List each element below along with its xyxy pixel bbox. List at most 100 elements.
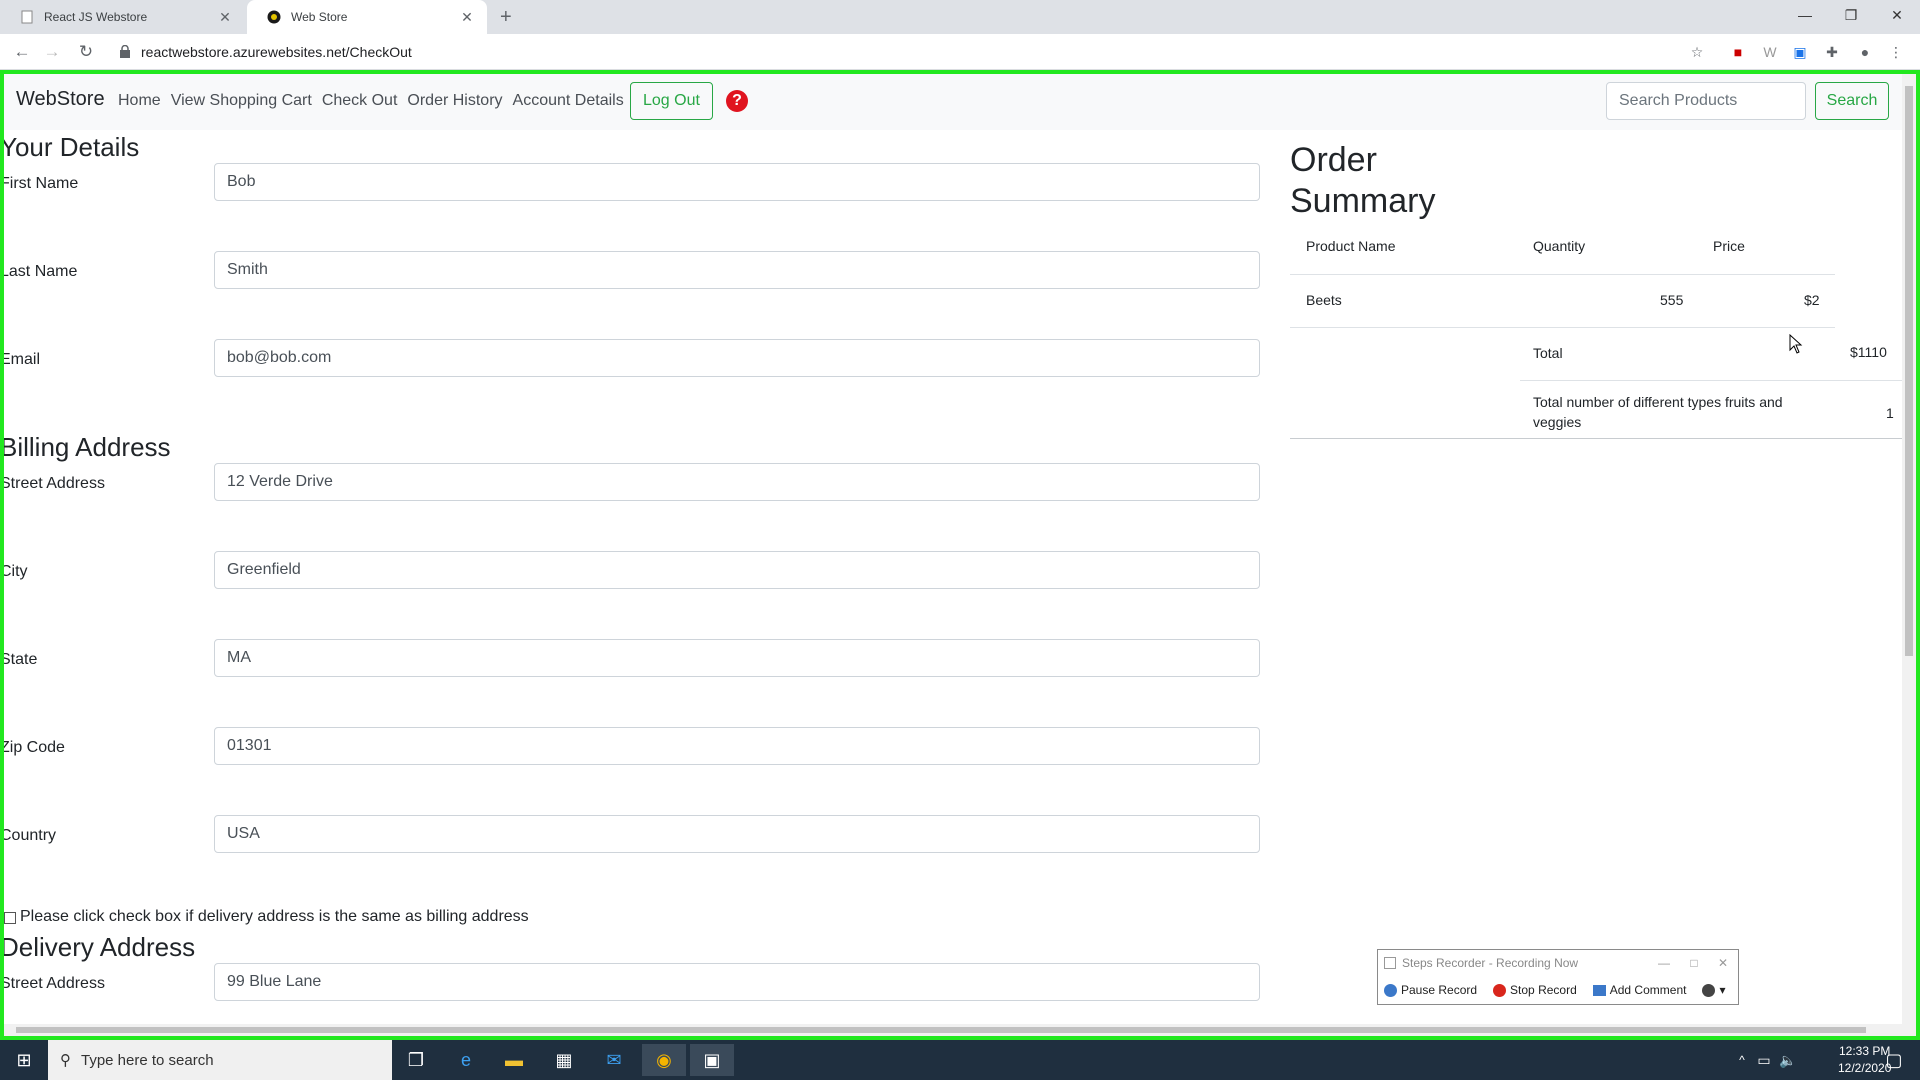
header-quantity: Quantity — [1533, 238, 1586, 254]
vertical-scrollbar[interactable] — [1902, 74, 1916, 1036]
nav-link-account-details[interactable]: Account Details — [513, 92, 624, 110]
extensions-puzzle-icon[interactable]: ✚ — [1822, 42, 1842, 62]
email-field[interactable]: bob@bob.com — [214, 339, 1260, 377]
billing-state-label: State — [0, 651, 38, 668]
scrollbar-thumb[interactable] — [1905, 86, 1913, 656]
billing-street-label: Street Address — [0, 475, 105, 492]
nav-link-order-history[interactable]: Order History — [407, 92, 502, 110]
help-icon — [1702, 983, 1716, 997]
extension-w-icon[interactable]: W — [1760, 42, 1780, 62]
browser-menu-icon[interactable]: ⋮ — [1886, 42, 1906, 62]
page-icon — [21, 10, 33, 24]
tab-title: Web Store — [291, 10, 348, 24]
divider — [1290, 274, 1835, 275]
brand-logo[interactable]: WebStore — [16, 88, 105, 111]
minimize-icon[interactable]: — — [1782, 0, 1828, 30]
volume-icon[interactable]: 🔈 — [1776, 1044, 1800, 1076]
search-icon: ⚲ — [60, 1052, 71, 1069]
close-tab-icon[interactable]: ✕ — [217, 9, 233, 26]
show-hidden-icons-icon[interactable]: ^ — [1730, 1044, 1754, 1076]
task-view-icon[interactable]: ❐ — [394, 1044, 438, 1076]
back-icon[interactable]: ← — [10, 40, 34, 64]
file-explorer-icon[interactable]: ▬ — [492, 1044, 536, 1076]
extension-shield-icon[interactable]: ■ — [1728, 42, 1748, 62]
steps-recorder-taskbar-icon[interactable]: ▣ — [690, 1044, 734, 1076]
stop-icon — [1493, 983, 1507, 997]
delivery-street-field[interactable]: 99 Blue Lane — [214, 963, 1260, 1001]
browser-toolbar: ← → ↻ reactwebstore.azurewebsites.net/Ch… — [0, 34, 1920, 70]
site-navbar: WebStore Home View Shopping Cart Check O… — [4, 74, 1906, 130]
billing-state-field[interactable]: MA — [214, 639, 1260, 677]
header-product-name: Product Name — [1306, 238, 1396, 254]
stop-record-button[interactable]: Stop Record — [1493, 983, 1577, 997]
order-summary-heading: Order Summary — [1290, 140, 1490, 222]
same-address-label: Please click check box if delivery addre… — [20, 908, 529, 925]
billing-zip-label: Zip Code — [0, 739, 65, 756]
page-viewport: WebStore Home View Shopping Cart Check O… — [0, 70, 1920, 1040]
chrome-icon[interactable]: ◉ — [642, 1044, 686, 1076]
url-bar[interactable]: reactwebstore.azurewebsites.net/CheckOut — [141, 34, 412, 70]
same-address-checkbox[interactable] — [4, 912, 16, 924]
windows-start-icon[interactable]: ⊞ — [2, 1044, 46, 1076]
your-details-heading: Your Details — [0, 132, 140, 162]
scrollbar-thumb[interactable] — [16, 1027, 1866, 1033]
help-circle-icon[interactable]: ? — [726, 90, 748, 112]
types-count-label: Total number of different types fruits a… — [1533, 394, 1783, 430]
billing-city-field[interactable]: Greenfield — [214, 551, 1260, 589]
minimize-icon[interactable]: — — [1658, 956, 1670, 970]
email-label: Email — [0, 351, 41, 368]
edge-browser-icon[interactable]: e — [444, 1044, 488, 1076]
horizontal-scrollbar[interactable] — [4, 1024, 1906, 1036]
profile-avatar-icon[interactable]: ● — [1855, 42, 1875, 62]
close-tab-icon[interactable]: ✕ — [459, 9, 475, 26]
search-button[interactable]: Search — [1815, 82, 1889, 120]
help-dropdown-button[interactable]: ▾ — [1702, 983, 1725, 997]
stop-record-label: Stop Record — [1510, 983, 1577, 997]
taskbar-search[interactable]: ⚲ Type here to search — [48, 1040, 392, 1080]
notifications-icon[interactable]: ▢ — [1872, 1044, 1916, 1076]
reload-icon[interactable]: ↻ — [74, 40, 98, 64]
types-count-value: 1 — [1886, 405, 1894, 421]
billing-street-field[interactable]: 12 Verde Drive — [214, 463, 1260, 501]
first-name-field[interactable]: Bob — [214, 163, 1260, 201]
divider — [1290, 327, 1835, 328]
bookmark-star-icon[interactable]: ☆ — [1687, 42, 1707, 62]
mail-icon[interactable]: ✉ — [592, 1044, 636, 1076]
billing-country-field[interactable]: USA — [214, 815, 1260, 853]
restore-icon[interactable]: ❐ — [1828, 0, 1874, 30]
nav-links: Home View Shopping Cart Check Out Order … — [118, 92, 624, 110]
forward-icon[interactable]: → — [40, 40, 64, 64]
last-name-field[interactable]: Smith — [214, 251, 1260, 289]
network-icon[interactable]: ▭ — [1752, 1044, 1776, 1076]
pause-record-label: Pause Record — [1401, 983, 1478, 997]
billing-zip-field[interactable]: 01301 — [214, 727, 1260, 765]
new-tab-icon[interactable]: + — [500, 6, 512, 29]
divider — [1290, 438, 1905, 439]
search-input[interactable]: Search Products — [1606, 82, 1806, 120]
store-icon[interactable]: ▦ — [542, 1044, 586, 1076]
total-value: $1110 — [1850, 344, 1887, 360]
billing-country-label: Country — [0, 827, 57, 844]
steps-recorder-window: Steps Recorder - Recording Now — □ ✕ Pau… — [1377, 949, 1739, 1005]
header-price: Price — [1713, 238, 1745, 254]
order-summary-heading-line2: Summary — [1290, 182, 1436, 220]
close-window-icon[interactable]: ✕ — [1874, 0, 1920, 30]
extension-s-icon[interactable]: ▣ — [1790, 42, 1810, 62]
logout-button[interactable]: Log Out — [630, 82, 713, 120]
nav-link-home[interactable]: Home — [118, 92, 161, 110]
row-price: $2 — [1804, 292, 1820, 308]
browser-tab-strip: React JS Webstore ✕ Web Store ✕ + — ❐ ✕ — [0, 0, 1920, 34]
pause-icon — [1384, 983, 1397, 997]
add-comment-button[interactable]: Add Comment — [1592, 983, 1686, 997]
nav-link-check-out[interactable]: Check Out — [322, 92, 398, 110]
tab-web-store[interactable]: Web Store ✕ — [247, 0, 487, 34]
row-quantity: 555 — [1660, 292, 1684, 308]
pause-record-button[interactable]: Pause Record — [1384, 983, 1477, 997]
close-icon[interactable]: ✕ — [1718, 956, 1728, 970]
tab-react-webstore[interactable]: React JS Webstore ✕ — [0, 0, 245, 34]
nav-link-view-cart[interactable]: View Shopping Cart — [171, 92, 312, 110]
delivery-street-label: Street Address — [0, 975, 105, 992]
billing-address-heading: Billing Address — [0, 432, 171, 462]
maximize-icon[interactable]: □ — [1690, 956, 1697, 970]
first-name-label: First Name — [0, 175, 79, 192]
